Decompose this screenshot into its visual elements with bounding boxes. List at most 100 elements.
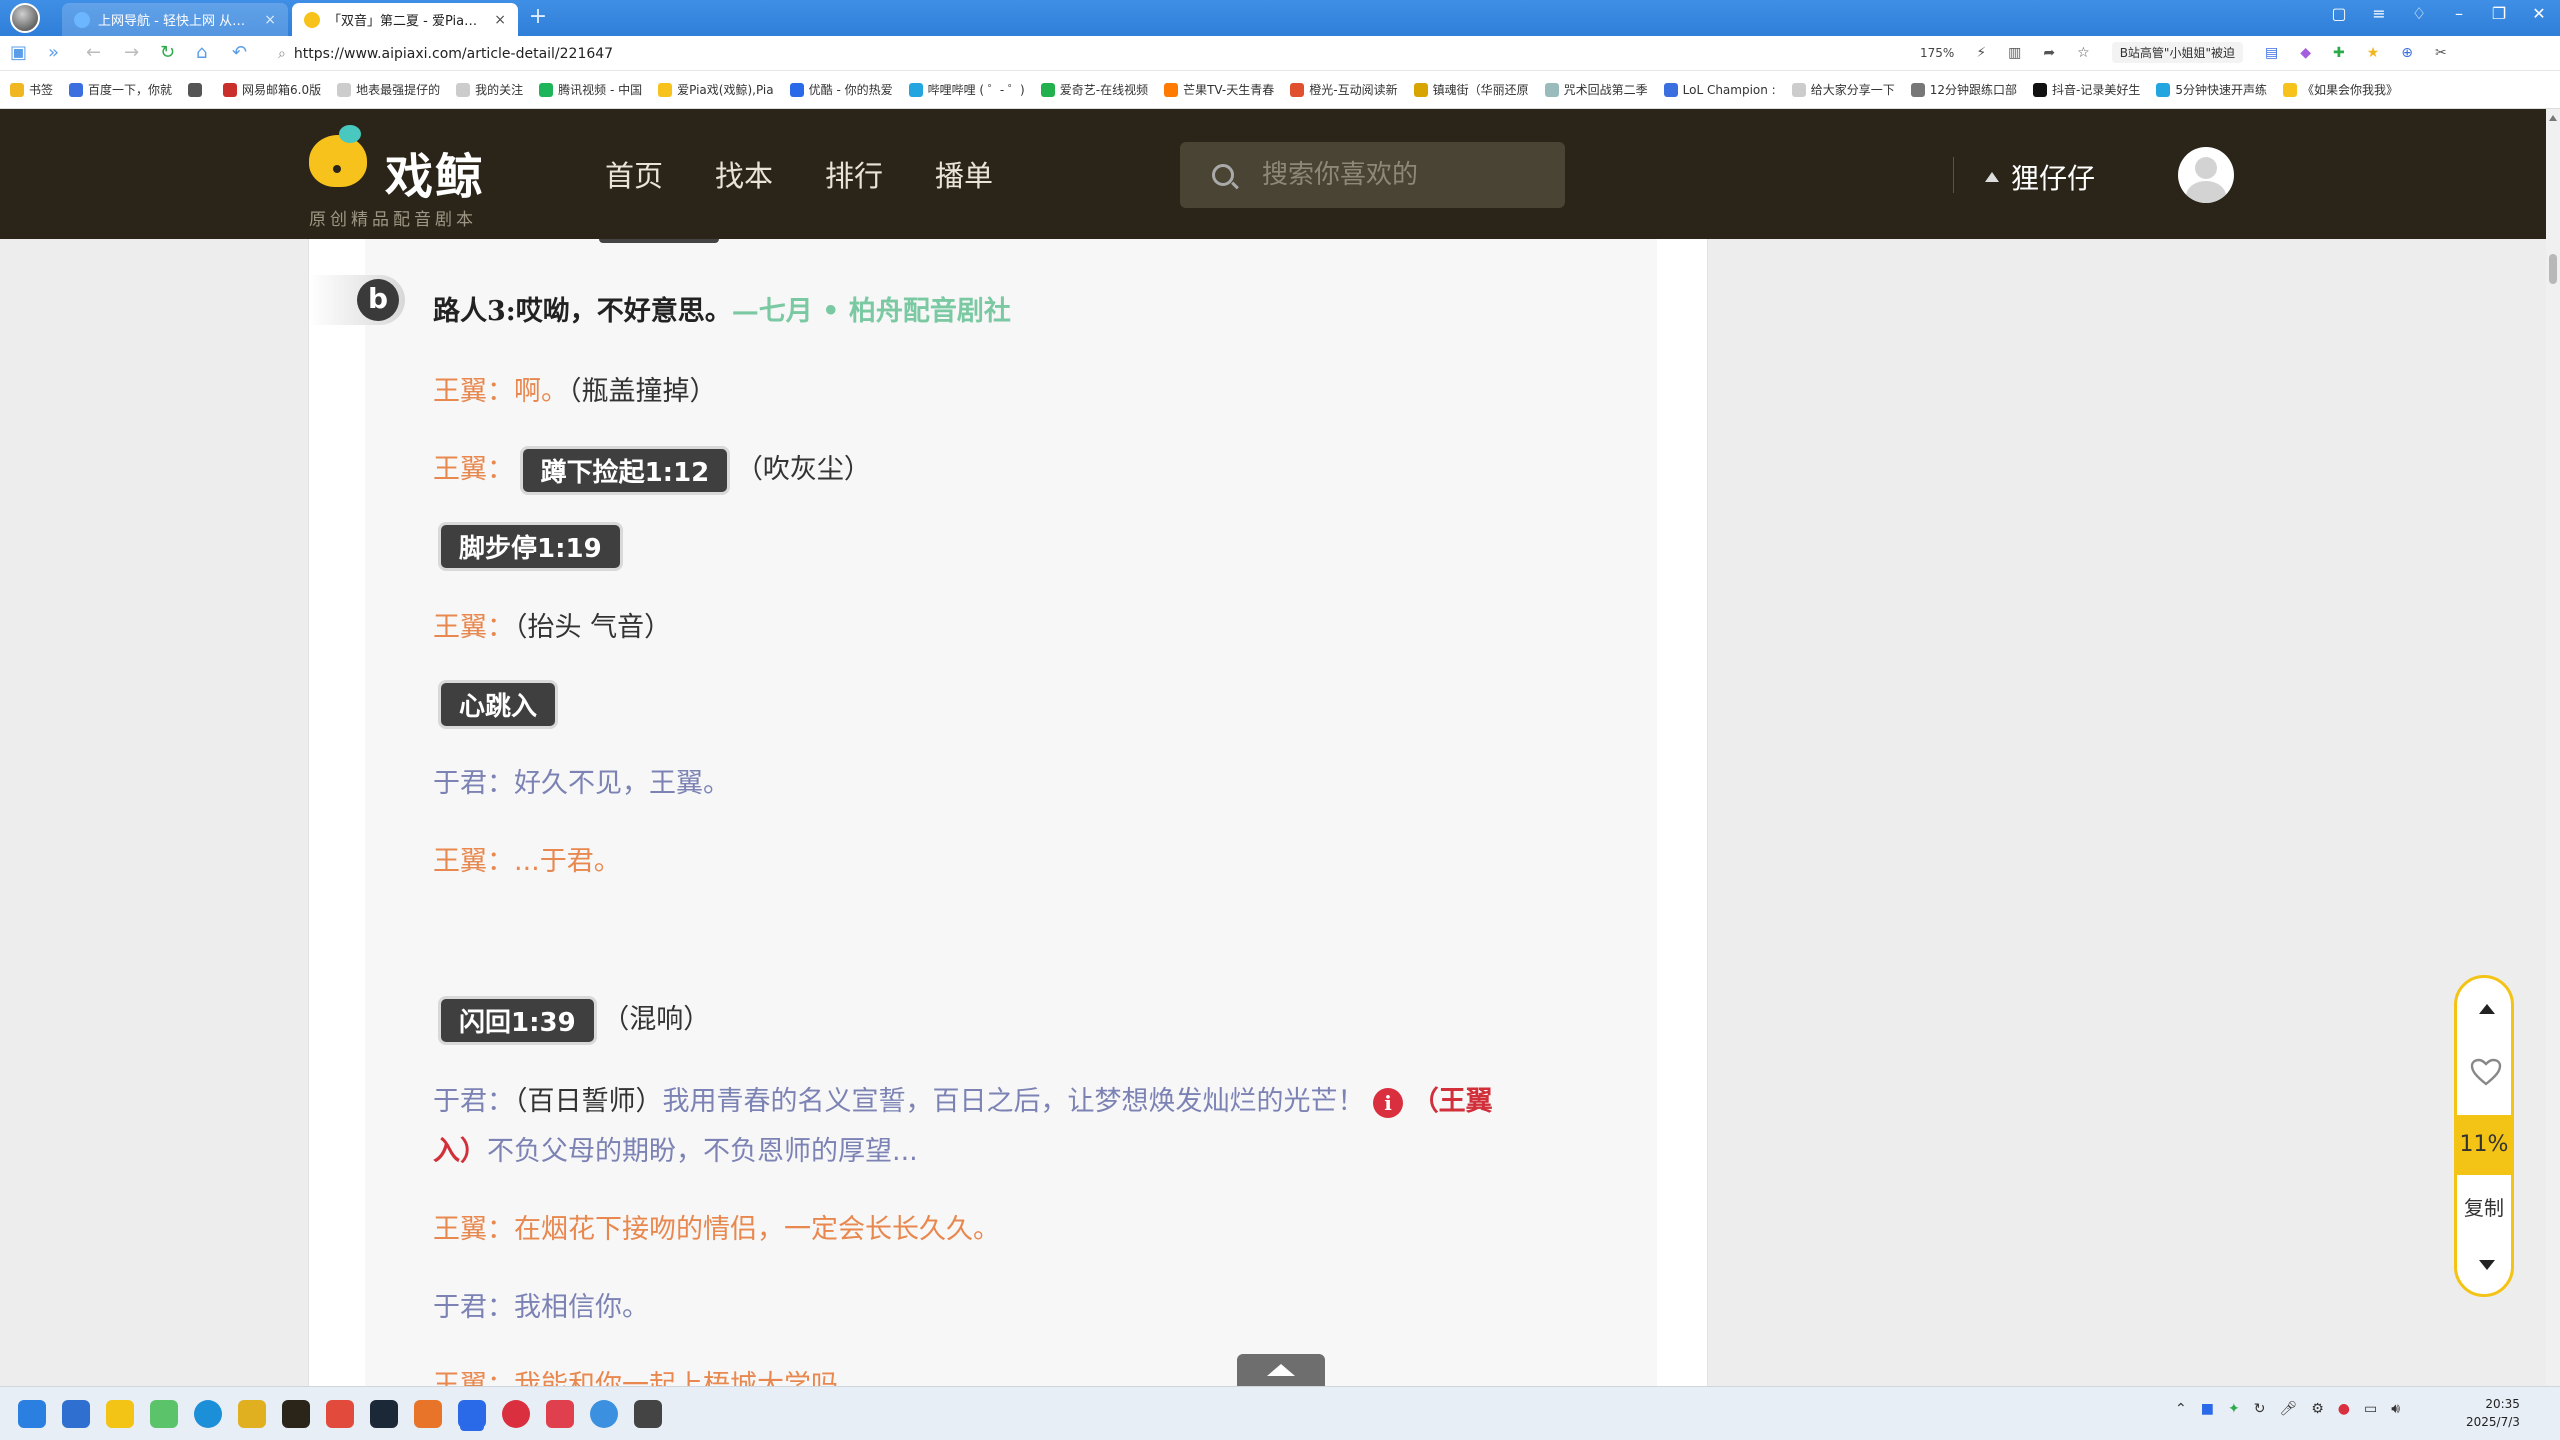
back-icon[interactable]: ←	[86, 42, 101, 63]
skin-icon[interactable]: ♢	[2408, 4, 2430, 23]
puzzle-icon[interactable]: ✚	[2333, 45, 2345, 61]
browser-icon[interactable]	[458, 1400, 486, 1428]
scroll-down-icon[interactable]	[2479, 1260, 2495, 1270]
steam-icon[interactable]	[370, 1400, 398, 1428]
bookmark-item[interactable]: 《如果会你我我》	[2283, 81, 2398, 98]
settings-icon[interactable]: ⚙	[2311, 1401, 2324, 1417]
bookmark-item[interactable]: LoL Champion :	[1663, 82, 1776, 97]
bookmark-item[interactable]: 百度一下，你就	[69, 81, 172, 98]
app-icon[interactable]	[62, 1400, 90, 1428]
xijing-app-icon[interactable]	[282, 1400, 310, 1428]
refresh-icon[interactable]: ↻	[160, 42, 175, 63]
lightning-icon[interactable]: ⚡	[1976, 45, 1986, 61]
home-icon[interactable]: ⌂	[196, 42, 207, 63]
download-icon[interactable]: ⊕	[2401, 45, 2413, 61]
restore-icon[interactable]: ❐	[2488, 4, 2510, 23]
bookmark-item[interactable]: 哔哩哔哩 ( ゜- ゜)	[908, 81, 1025, 98]
bookmark-item[interactable]: 优酷 - 你的热爱	[789, 81, 893, 98]
info-icon[interactable]: i	[1373, 1087, 1404, 1118]
bookmark-item[interactable]: 12分钟跟练口部	[1910, 81, 2017, 98]
sound-cue[interactable]: 蹲下捡起1:12	[522, 449, 728, 492]
network-icon[interactable]: ▭	[2364, 1401, 2377, 1417]
bookmark-item[interactable]: 腾讯视频 - 中国	[539, 81, 642, 98]
user-menu[interactable]: 狸仔仔	[1985, 157, 2095, 197]
user-avatar[interactable]	[2178, 147, 2234, 203]
site-logo[interactable]: 戏鲸 原创精品配音剧本	[305, 123, 495, 230]
site-search-box[interactable]	[1180, 142, 1565, 208]
file-explorer-icon[interactable]	[106, 1400, 134, 1428]
tray-app-icon[interactable]: ■	[2201, 1401, 2214, 1417]
hot-search-pill[interactable]: B站高管"小姐姐"被迫	[2111, 42, 2243, 63]
minimize-icon[interactable]: –	[2448, 4, 2470, 23]
bookmark-item[interactable]: 橙光-互动阅读新	[1290, 81, 1398, 98]
bookmark-item[interactable]: 爱Pia戏(戏鲸),Pia	[658, 81, 774, 98]
site-search-input[interactable]	[1262, 160, 1542, 190]
audio-play-badge[interactable]: b	[309, 275, 405, 325]
bookmark-item[interactable]: 爱奇艺-在线视频	[1040, 81, 1148, 98]
nav-ranking[interactable]: 排行	[825, 153, 883, 195]
bookmark-item[interactable]: 我的关注	[456, 81, 523, 98]
tab-close-icon[interactable]: ×	[494, 12, 506, 28]
edge-icon[interactable]	[194, 1400, 222, 1428]
zoom-level[interactable]: 175%	[1920, 46, 1954, 60]
tray-app-icon[interactable]: ●	[2338, 1401, 2350, 1417]
bookmark-item[interactable]: 镇魂街（华丽还原	[1413, 81, 1529, 98]
app-icon[interactable]	[634, 1400, 662, 1428]
sidebar-icon[interactable]: ▣	[10, 42, 27, 63]
wechat-icon[interactable]	[150, 1400, 178, 1428]
tab-close-icon[interactable]: ×	[264, 12, 276, 28]
bookmark-item[interactable]: 咒术回战第二季	[1544, 81, 1648, 98]
nav-playlist[interactable]: 播单	[935, 153, 993, 195]
menu-icon[interactable]: ≡	[2368, 4, 2390, 23]
scroll-up-arrow-icon[interactable]	[2549, 115, 2557, 121]
copy-button[interactable]: 复制	[2457, 1192, 2511, 1221]
translate-icon[interactable]: ▤	[2265, 45, 2278, 61]
tray-app-icon[interactable]: ✦	[2228, 1401, 2240, 1417]
undo-icon[interactable]: ↶	[232, 42, 247, 63]
sidebar-toggle-icon[interactable]: ▢	[2328, 4, 2350, 23]
expand-icon[interactable]: »	[48, 42, 59, 63]
app-icon[interactable]	[414, 1400, 442, 1428]
browser-profile-avatar[interactable]	[10, 3, 40, 33]
scissors-icon[interactable]: ✂	[2435, 45, 2447, 61]
sound-cue[interactable]: 闪回1:39	[441, 999, 594, 1042]
sound-cue[interactable]: 心跳入	[441, 683, 556, 726]
mic-icon[interactable]: 🎤︎	[2279, 1401, 2297, 1417]
nav-home[interactable]: 首页	[605, 153, 663, 195]
new-tab-button[interactable]: +	[526, 6, 550, 30]
scroll-up-icon[interactable]	[2479, 1004, 2495, 1014]
bookmark-item[interactable]: 芒果TV-天生青春	[1164, 81, 1274, 98]
url-field[interactable]: ⌕ https://www.aipiaxi.com/article-detail…	[278, 40, 1898, 67]
app-icon[interactable]	[590, 1400, 618, 1428]
browser-tab-1[interactable]: 上网导航 - 轻快上网 从这里开始 ×	[62, 3, 288, 36]
start-icon[interactable]	[18, 1400, 46, 1428]
star-icon[interactable]: ☆	[2077, 45, 2090, 61]
forward-icon[interactable]: →	[124, 42, 139, 63]
tray-sync-icon[interactable]: ↻	[2254, 1401, 2266, 1417]
bookmark-item[interactable]: 书签	[10, 81, 53, 98]
browser-tab-2[interactable]: 「双音」第二夏 - 爱Pia戏网,家 ×	[292, 3, 518, 36]
bookmark-item[interactable]: 5分钟快速开声练	[2156, 81, 2267, 98]
bookmark-item[interactable]: 网易邮箱6.0版	[223, 81, 321, 98]
app-icon[interactable]	[326, 1400, 354, 1428]
netease-music-icon[interactable]	[502, 1400, 530, 1428]
bookmark-item[interactable]	[188, 82, 207, 97]
reader-icon[interactable]: ▥	[2008, 45, 2021, 61]
bookmark-item[interactable]: 抖音-记录美好生	[2033, 81, 2140, 98]
app-icon[interactable]	[238, 1400, 266, 1428]
extension-icon[interactable]: ◆	[2300, 45, 2311, 61]
collapse-up-button[interactable]	[1237, 1354, 1325, 1386]
favorite-icon[interactable]: ★	[2367, 45, 2380, 61]
bookmark-item[interactable]: 给大家分享一下	[1791, 81, 1895, 98]
tray-expand-icon[interactable]: ⌃	[2175, 1401, 2187, 1417]
nav-find-script[interactable]: 找本	[715, 153, 773, 195]
app-icon[interactable]	[546, 1400, 574, 1428]
volume-icon[interactable]: 🔊︎	[2391, 1401, 2400, 1417]
heart-icon[interactable]	[2470, 1058, 2502, 1086]
system-clock[interactable]: 20:35 2025/7/3	[2466, 1395, 2520, 1431]
bookmark-item[interactable]: 地表最强提仔的	[337, 81, 440, 98]
share-icon[interactable]: ➦	[2043, 45, 2055, 61]
page-scrollbar[interactable]	[2546, 109, 2560, 1386]
scrollbar-thumb[interactable]	[2549, 254, 2557, 284]
sound-cue[interactable]: 脚步停1:19	[441, 525, 620, 568]
